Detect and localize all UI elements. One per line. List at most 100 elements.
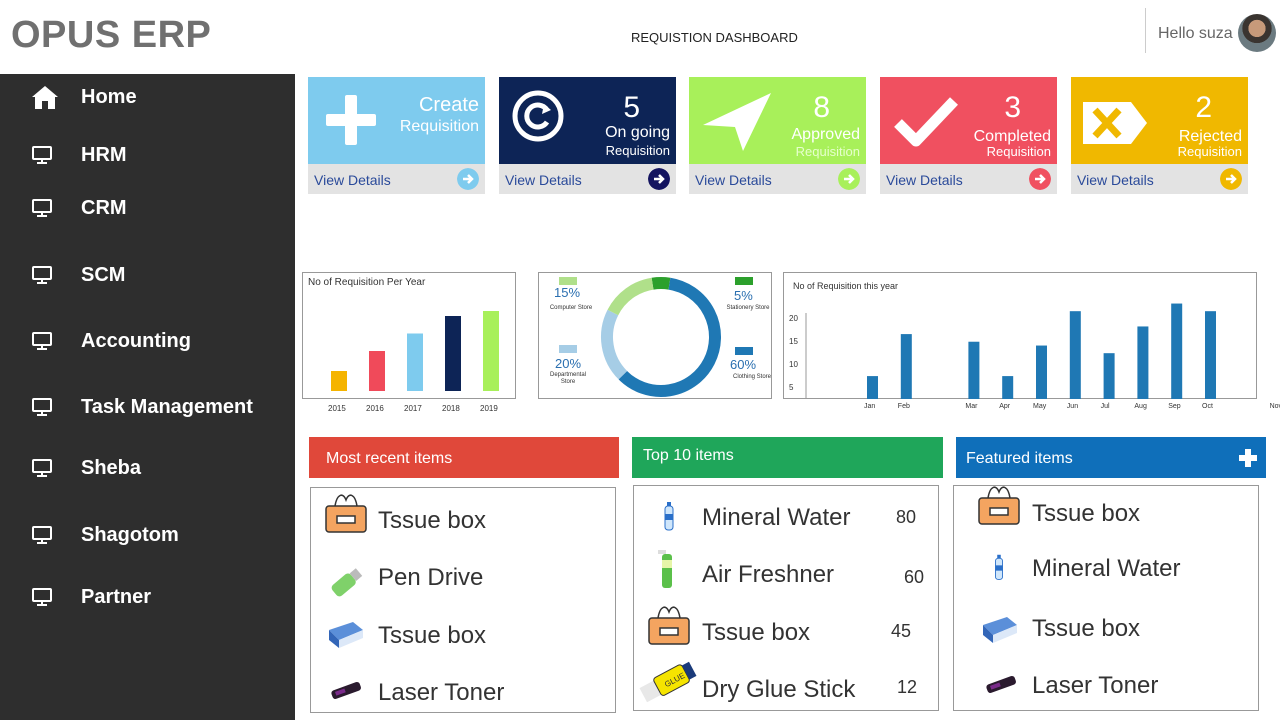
bar-2017 [407,333,423,391]
legend-swatch [559,277,577,285]
card-subtitle: Requisition [399,118,479,135]
card-subtitle: Requisition [1177,144,1242,159]
sidebar-item-home[interactable]: Home [0,77,295,117]
bar-2016 [369,351,385,391]
x-tick-label: Mar [965,403,978,410]
sidebar-item-accounting[interactable]: Accounting [0,321,295,361]
slice-label: Stationery Store [726,305,770,311]
bar-Jan [867,376,878,399]
add-featured-icon[interactable] [1238,448,1258,468]
view-details-link[interactable]: View Details [689,164,866,194]
list-item[interactable]: Laser Toner [378,679,504,707]
slice-label: Clothing Store [732,374,772,380]
view-details-label: View Details [695,172,772,188]
most-recent-header: Most recent items [309,437,619,478]
view-details-link[interactable]: View Details [308,164,485,194]
slice-percent: 15% [554,285,581,300]
arrow-right-icon [648,168,670,190]
view-details-label: View Details [505,172,582,188]
legend-swatch [559,345,577,353]
card-header[interactable]: 8 Approved Requisition [689,77,866,164]
view-details-link[interactable]: View Details [880,164,1057,194]
monitor-icon [32,146,52,164]
x-tick-label: Feb [897,403,910,410]
list-title: Top 10 items [643,447,734,464]
sidebar-item-sheba[interactable]: Sheba [0,448,295,488]
view-details-label: View Details [886,172,963,188]
card-subtitle: Requisition [986,144,1051,159]
slice-stationery-store [651,277,671,290]
sidebar-item-label: HRM [81,143,127,166]
brand-logo[interactable]: OPUS ERP [11,14,211,57]
slice-clothing-store [618,277,721,397]
bar-Jun [1069,311,1081,399]
list-item[interactable]: Tssue box [1032,615,1140,643]
view-details-link[interactable]: View Details [499,164,676,194]
list-item[interactable]: Tssue box [1032,500,1140,528]
list-item[interactable]: Tssue box [378,507,486,535]
card-header[interactable]: Create Requisition [308,77,485,164]
y-tick-label: 10 [789,360,798,369]
avatar[interactable] [1238,14,1276,52]
slice-percent: 60% [730,357,757,372]
sidebar-item-hrm[interactable]: HRM [0,135,295,175]
monthly-requisition-chart: No of Requisition this year [783,272,1257,399]
plus-icon [326,95,376,145]
y-tick-label: 15 [789,337,798,346]
bar-Sep [1171,303,1183,399]
card-header[interactable]: 5 On going Requisition [499,77,676,164]
card-subtitle: Requisition [795,144,860,159]
create-requisition-card[interactable]: Create Requisition View Details [308,77,485,194]
sidebar-item-crm[interactable]: CRM [0,188,295,228]
legend-swatch [735,347,753,355]
list-item[interactable]: Dry Glue Stick [702,676,855,704]
yearly-requisition-chart: No of Requisition Per Year [302,272,516,399]
approved-requisition-card[interactable]: 8 Approved Requisition View Details [689,77,866,194]
arrow-right-icon [457,168,479,190]
featured-header: Featured items [956,437,1266,478]
top-10-header: Top 10 items [632,437,943,478]
completed-requisition-card[interactable]: 3 Completed Requisition View Details [880,77,1057,194]
list-item[interactable]: Pen Drive [378,564,483,592]
most-recent-list: Tssue box Pen Drive Tssue box Laser Tone… [310,487,616,713]
slice-percent: 20% [555,356,582,371]
bar-Aug [1137,326,1149,399]
sidebar-item-scm[interactable]: SCM [0,255,295,295]
user-greeting: Hello suza [1158,25,1233,42]
monitor-icon [32,398,52,416]
sidebar-item-task-management[interactable]: Task Management [0,387,295,427]
slice-label: Computer Store [549,305,593,311]
sidebar-item-partner[interactable]: Partner [0,577,295,617]
monitor-icon [32,332,52,350]
card-header[interactable]: 3 Completed Requisition [880,77,1057,164]
list-item[interactable]: Laser Toner [1032,672,1158,700]
view-details-link[interactable]: View Details [1071,164,1248,194]
slice-departmental-store [601,309,628,380]
glue-stick-icon: GLUE [639,661,697,703]
list-item[interactable]: Air Freshner [702,561,834,589]
pen-drive-icon [331,568,363,597]
x-tick-label: Jan [864,403,876,410]
x-tick-label: Jul [1100,403,1110,410]
arrow-right-icon [1220,168,1242,190]
list-item[interactable]: Tssue box [378,622,486,650]
card-count: 2 [1195,91,1212,124]
x-tick-label: 2018 [442,404,460,413]
list-title: Most recent items [326,450,453,467]
monitor-icon [32,526,52,544]
card-count: 3 [1004,91,1021,124]
checkmark-icon [894,97,958,147]
page-title: REQUISTION DASHBOARD [631,30,798,45]
monthly-bars [805,303,1216,399]
list-item[interactable]: Mineral Water [702,504,850,532]
ongoing-requisition-card[interactable]: 5 On going Requisition View Details [499,77,676,194]
list-item[interactable]: Tssue box [702,619,810,647]
view-details-label: View Details [314,172,391,188]
sidebar-item-shagotom[interactable]: Shagotom [0,515,295,555]
rejected-requisition-card[interactable]: 2 Rejected Requisition View Details [1071,77,1248,194]
list-item[interactable]: Mineral Water [1032,555,1180,583]
card-header[interactable]: 2 Rejected Requisition [1071,77,1248,164]
monitor-icon [32,266,52,284]
home-icon [32,86,58,109]
monitor-icon [32,199,52,217]
